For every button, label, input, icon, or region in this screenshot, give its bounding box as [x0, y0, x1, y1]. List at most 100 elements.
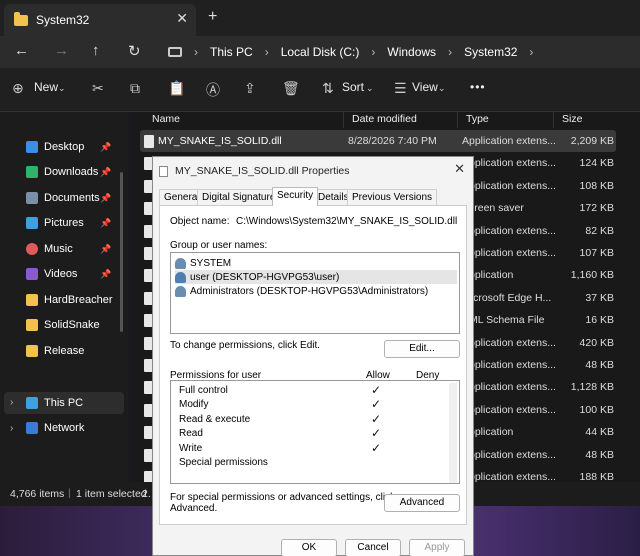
delete-icon[interactable]: 🗑 — [282, 80, 300, 97]
sidebar-item-hardbreacher[interactable]: HardBreacher — [26, 291, 116, 309]
more-options-button[interactable]: ••• — [470, 80, 486, 94]
new-button[interactable]: New — [34, 80, 58, 94]
permission-name: Read & execute — [179, 414, 251, 425]
cancel-button[interactable]: Cancel — [345, 539, 401, 556]
downloads-icon — [26, 166, 38, 178]
group-icon — [175, 285, 186, 297]
music-icon — [26, 243, 38, 255]
file-size: 108 KB — [579, 179, 614, 192]
permission-name: Special permissions — [179, 457, 268, 468]
advanced-button[interactable]: Advanced — [384, 494, 460, 512]
forward-button[interactable]: → — [54, 42, 69, 59]
table-row[interactable]: MY_SNAKE_IS_SOLID.dll 8/28/2026 7:40 PM Ap… — [140, 130, 616, 152]
dialog-close-button[interactable]: ✕ — [454, 161, 465, 177]
object-name-label: Object name: — [170, 216, 230, 227]
allow-check-icon: ✓ — [371, 441, 382, 455]
videos-icon — [26, 268, 38, 280]
file-size: 1,128 KB — [570, 381, 614, 394]
file-type: XML Schema File — [462, 314, 545, 327]
sidebar-item-this-pc[interactable]: This PC — [26, 394, 116, 412]
pin-icon: 📌 — [100, 269, 112, 279]
file-type: Application extens... — [462, 157, 556, 170]
ok-button[interactable]: OK — [281, 539, 337, 556]
chevron-right-icon[interactable]: › — [529, 45, 533, 59]
pin-icon: 📌 — [100, 244, 112, 254]
sidebar-item-release[interactable]: Release — [26, 342, 116, 360]
allow-check-icon: ✓ — [371, 383, 382, 397]
tab-system32[interactable]: System32 ✕ — [4, 4, 196, 36]
tab-security[interactable]: Security — [272, 187, 319, 206]
chevron-right-icon[interactable]: › — [448, 45, 452, 59]
new-tab-button[interactable]: + — [208, 8, 217, 26]
allow-check-icon: ✓ — [371, 412, 382, 426]
breadcrumb-this-pc[interactable]: This PC — [210, 45, 253, 59]
column-header-type[interactable]: Type — [458, 112, 554, 128]
chevron-right-icon[interactable]: › — [194, 45, 198, 59]
tab-previous-versions[interactable]: Previous Versions — [347, 189, 438, 205]
sidebar-item-solidsnake[interactable]: SolidSnake — [26, 316, 116, 334]
tab-close-button[interactable]: ✕ — [176, 10, 188, 27]
sort-button[interactable]: Sort — [342, 80, 364, 94]
navigation-pane: Desktop 📌 Downloads 📌 Documents 📌 Pictur… — [0, 112, 128, 482]
file-size: 82 KB — [585, 224, 614, 237]
command-bar: ⊕ New ⌄ ✂ ⧉ 📋 Ⓐ ⇪ 🗑 ⇅ Sort ⌄ ☰ View ⌄ ••… — [0, 68, 640, 112]
copy-icon[interactable]: ⧉ — [130, 80, 140, 97]
share-icon[interactable]: ⇪ — [244, 80, 256, 97]
breadcrumb-local-disk[interactable]: Local Disk (C:) — [281, 45, 360, 59]
edit-button[interactable]: Edit... — [384, 340, 460, 358]
file-type: Application extens... — [462, 247, 556, 259]
computer-icon — [26, 397, 38, 409]
apply-button[interactable]: Apply — [409, 539, 465, 556]
file-name: MY_SNAKE_IS_SOLID.dll — [158, 135, 282, 147]
permission-name: Write — [179, 443, 203, 454]
file-size: 37 KB — [585, 291, 614, 304]
title-bar: System32 ✕ + — [0, 0, 640, 36]
selection-size: 2. — [142, 488, 151, 500]
column-header-name[interactable]: Name — [144, 112, 344, 128]
pin-icon: 📌 — [100, 218, 112, 228]
refresh-button[interactable]: ↻ — [128, 42, 141, 60]
breadcrumb-windows[interactable]: Windows — [387, 45, 436, 59]
folder-icon — [14, 11, 28, 26]
sidebar-item-label: Release — [44, 345, 85, 357]
group-names-list[interactable]: SYSTEM user (DESKTOP-HGVPG53\user) Admin… — [170, 252, 460, 334]
back-button[interactable]: ← — [14, 42, 29, 59]
chevron-right-icon[interactable]: › — [10, 423, 13, 434]
sidebar-item-label: HardBreacher — [44, 294, 113, 306]
sidebar-item-network[interactable]: Network — [26, 419, 116, 437]
chevron-right-icon[interactable]: › — [10, 397, 13, 408]
cut-icon[interactable]: ✂ — [92, 80, 104, 97]
rename-icon[interactable]: Ⓐ — [206, 80, 220, 100]
list-item[interactable]: Administrators (DESKTOP-HGVPG53\Administ… — [175, 284, 457, 298]
file-icon — [159, 166, 168, 177]
breadcrumb[interactable]: › This PC › Local Disk (C:) › Windows › … — [160, 38, 640, 66]
sidebar-item-label: Desktop — [44, 141, 85, 153]
sidebar-item-label: SolidSnake — [44, 319, 100, 331]
group-name: SYSTEM — [190, 257, 232, 269]
file-size: 2,209 KB — [570, 135, 614, 147]
permissions-scrollbar[interactable] — [449, 383, 457, 483]
up-button[interactable]: ↑ — [92, 42, 100, 59]
column-header-size[interactable]: Size — [554, 112, 618, 128]
view-button[interactable]: View — [412, 80, 438, 94]
item-count: 4,766 items — [10, 488, 65, 500]
column-header-date[interactable]: Date modified — [344, 112, 458, 128]
sidebar-scrollbar[interactable] — [120, 172, 123, 332]
list-item[interactable]: SYSTEM — [175, 256, 457, 270]
file-type: Application extens... — [462, 336, 556, 349]
tab-title: System32 — [36, 13, 90, 27]
file-size: 172 KB — [579, 202, 614, 215]
address-bar: ← → ↑ ↻ › This PC › Local Disk (C:) › Wi… — [0, 36, 640, 68]
file-size: 100 KB — [579, 403, 614, 416]
paste-icon[interactable]: 📋 — [168, 80, 185, 97]
permission-name: Full control — [179, 385, 228, 396]
chevron-right-icon[interactable]: › — [265, 45, 269, 59]
file-date: 8/28/2026 7:40 PM — [348, 135, 437, 147]
chevron-right-icon[interactable]: › — [371, 45, 375, 59]
list-item[interactable]: user (DESKTOP-HGVPG53\user) — [175, 270, 457, 284]
breadcrumb-system32[interactable]: System32 — [464, 45, 517, 59]
sidebar-item-label: Music — [44, 243, 73, 255]
folder-icon — [26, 345, 38, 357]
permissions-list[interactable]: Full control ✓ Modify ✓ Read & execute ✓… — [170, 380, 460, 484]
sidebar-item-label: Videos — [44, 268, 78, 280]
